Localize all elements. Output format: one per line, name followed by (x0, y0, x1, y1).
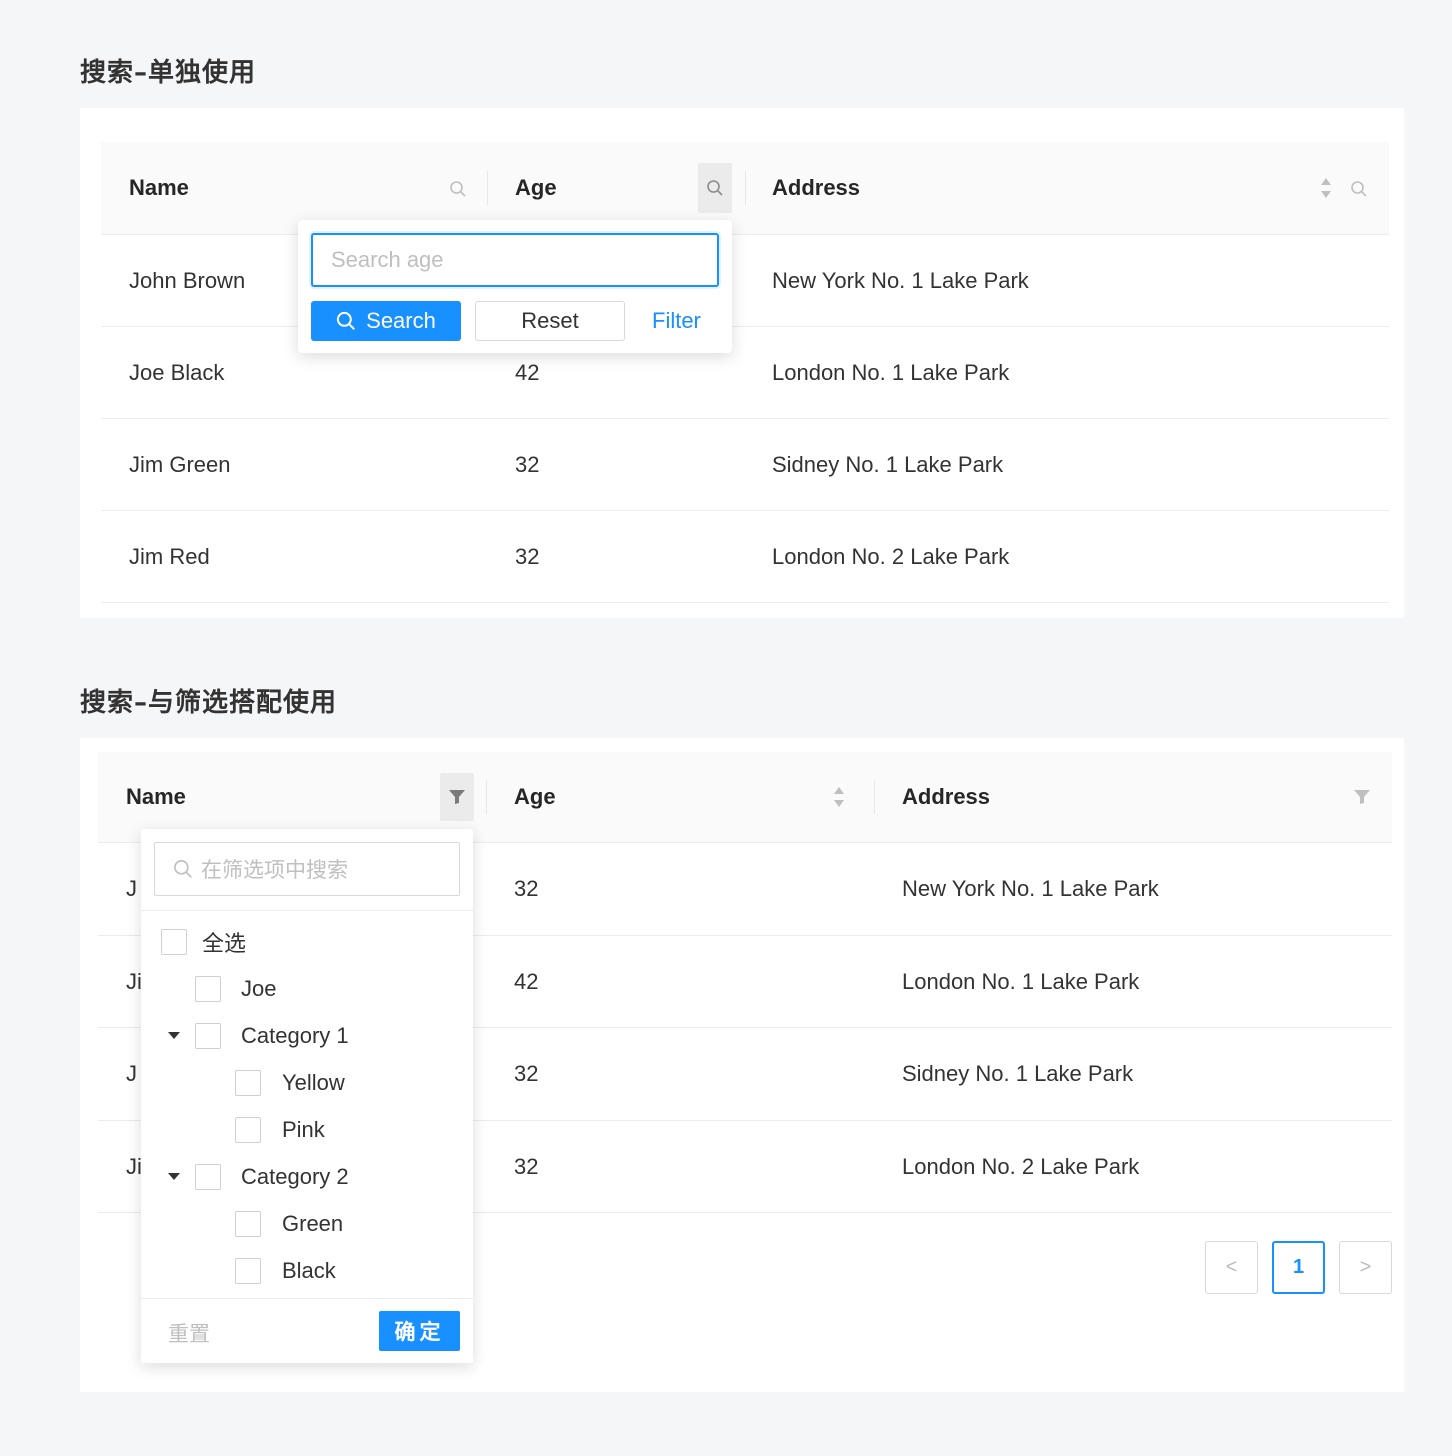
checkbox[interactable] (195, 1164, 221, 1190)
column-header-address[interactable]: Address (772, 142, 860, 234)
cell-age: 32 (515, 543, 540, 569)
checkbox[interactable] (161, 929, 187, 955)
cell-address: London No. 2 Lake Park (772, 543, 1010, 569)
search-button-label: Search (366, 308, 436, 333)
cell-age: 32 (514, 876, 539, 901)
name-filter-dropdown: 在筛选项中搜索 全选 Joe Category 1 Yellow Pink Ca… (141, 829, 473, 1363)
filter-icon[interactable] (440, 773, 474, 821)
search-icon[interactable] (698, 163, 732, 213)
cell-address: London No. 1 Lake Park (902, 968, 1140, 994)
filter-search-input[interactable]: 在筛选项中搜索 (154, 842, 460, 896)
cell-name: Ji (126, 1153, 142, 1179)
cell-age: 32 (514, 1153, 539, 1179)
column-header-address[interactable]: Address (902, 752, 990, 842)
filter-option-yellow[interactable]: Yellow (235, 1063, 345, 1103)
search-icon[interactable] (1346, 176, 1372, 202)
age-search-popover: Search age Search Reset Filter (298, 220, 732, 353)
caret-down-icon[interactable] (168, 1173, 180, 1180)
filter-option-category-2[interactable]: Category 2 (195, 1157, 349, 1197)
cell-name: J (126, 1061, 137, 1086)
cell-age: 32 (514, 1061, 539, 1086)
filter-link[interactable]: Filter (652, 301, 701, 341)
search-age-input[interactable]: Search age (311, 233, 719, 287)
divider (141, 910, 473, 911)
filter-option-black[interactable]: Black (235, 1251, 336, 1291)
cell-name: J (126, 876, 137, 901)
column-divider (874, 780, 875, 814)
column-divider (487, 171, 488, 205)
search-button[interactable]: Search (311, 301, 461, 341)
column-divider (486, 780, 487, 814)
cell-address: Sidney No. 1 Lake Park (902, 1061, 1134, 1086)
table-row[interactable]: Jim Red 32 London No. 2 Lake Park (101, 511, 1389, 603)
cell-address: London No. 2 Lake Park (902, 1153, 1140, 1179)
filter-search-placeholder: 在筛选项中搜索 (201, 858, 348, 882)
pagination-page[interactable]: 1 (1272, 1241, 1325, 1294)
checkbox[interactable] (235, 1258, 261, 1284)
cell-name: Jim Red (129, 543, 210, 569)
filter-option-select-all[interactable]: 全选 (161, 922, 246, 962)
cell-age: 42 (514, 968, 539, 994)
sort-icon[interactable] (828, 783, 850, 811)
filter-option-category-1[interactable]: Category 1 (195, 1016, 349, 1056)
column-header-age[interactable]: Age (514, 752, 556, 842)
checkbox[interactable] (235, 1211, 261, 1237)
cell-name: Jim Green (129, 451, 231, 477)
section-title-search-standalone: 搜索–单独使用 (80, 58, 257, 88)
reset-button[interactable]: Reset (475, 301, 625, 341)
pagination-prev[interactable]: < (1205, 1241, 1258, 1294)
sort-icon[interactable] (1315, 174, 1337, 202)
table-row[interactable]: Jim Green 32 Sidney No. 1 Lake Park (101, 419, 1389, 511)
cell-name: Joe Black (129, 359, 225, 385)
search-icon[interactable] (445, 176, 471, 202)
filter-reset-button[interactable]: 重置 (168, 1318, 210, 1348)
cell-name: Ji (126, 968, 142, 994)
pagination-next[interactable]: > (1339, 1241, 1392, 1294)
divider (141, 1298, 473, 1299)
filter-option-pink[interactable]: Pink (235, 1110, 325, 1150)
column-divider (745, 171, 746, 205)
filter-icon[interactable] (1350, 785, 1374, 809)
cell-address: London No. 1 Lake Park (772, 359, 1010, 385)
table-row[interactable]: Joe Black 42 London No. 1 Lake Park (101, 327, 1389, 419)
cell-age: 32 (515, 451, 540, 477)
checkbox[interactable] (195, 1023, 221, 1049)
cell-address: New York No. 1 Lake Park (902, 876, 1159, 901)
table-row[interactable]: John Brown New York No. 1 Lake Park (101, 235, 1389, 327)
checkbox[interactable] (195, 976, 221, 1002)
checkbox[interactable] (235, 1070, 261, 1096)
cell-address: Sidney No. 1 Lake Park (772, 451, 1004, 477)
section-title-search-with-filter: 搜索–与筛选搭配使用 (80, 688, 338, 718)
checkbox[interactable] (235, 1117, 261, 1143)
cell-address: New York No. 1 Lake Park (772, 267, 1029, 293)
search-icon (336, 311, 356, 331)
cell-name: John Brown (129, 267, 246, 293)
column-header-name[interactable]: Name (129, 142, 189, 234)
table-header: Name Age Address (101, 142, 1389, 235)
filter-confirm-button[interactable]: 确定 (379, 1311, 460, 1351)
filter-option-joe[interactable]: Joe (195, 969, 276, 1009)
caret-down-icon[interactable] (168, 1032, 180, 1039)
filter-option-green[interactable]: Green (235, 1204, 343, 1244)
search-icon (173, 859, 193, 879)
table-card-1: Name Age Address John Brown New York No.… (80, 108, 1404, 618)
